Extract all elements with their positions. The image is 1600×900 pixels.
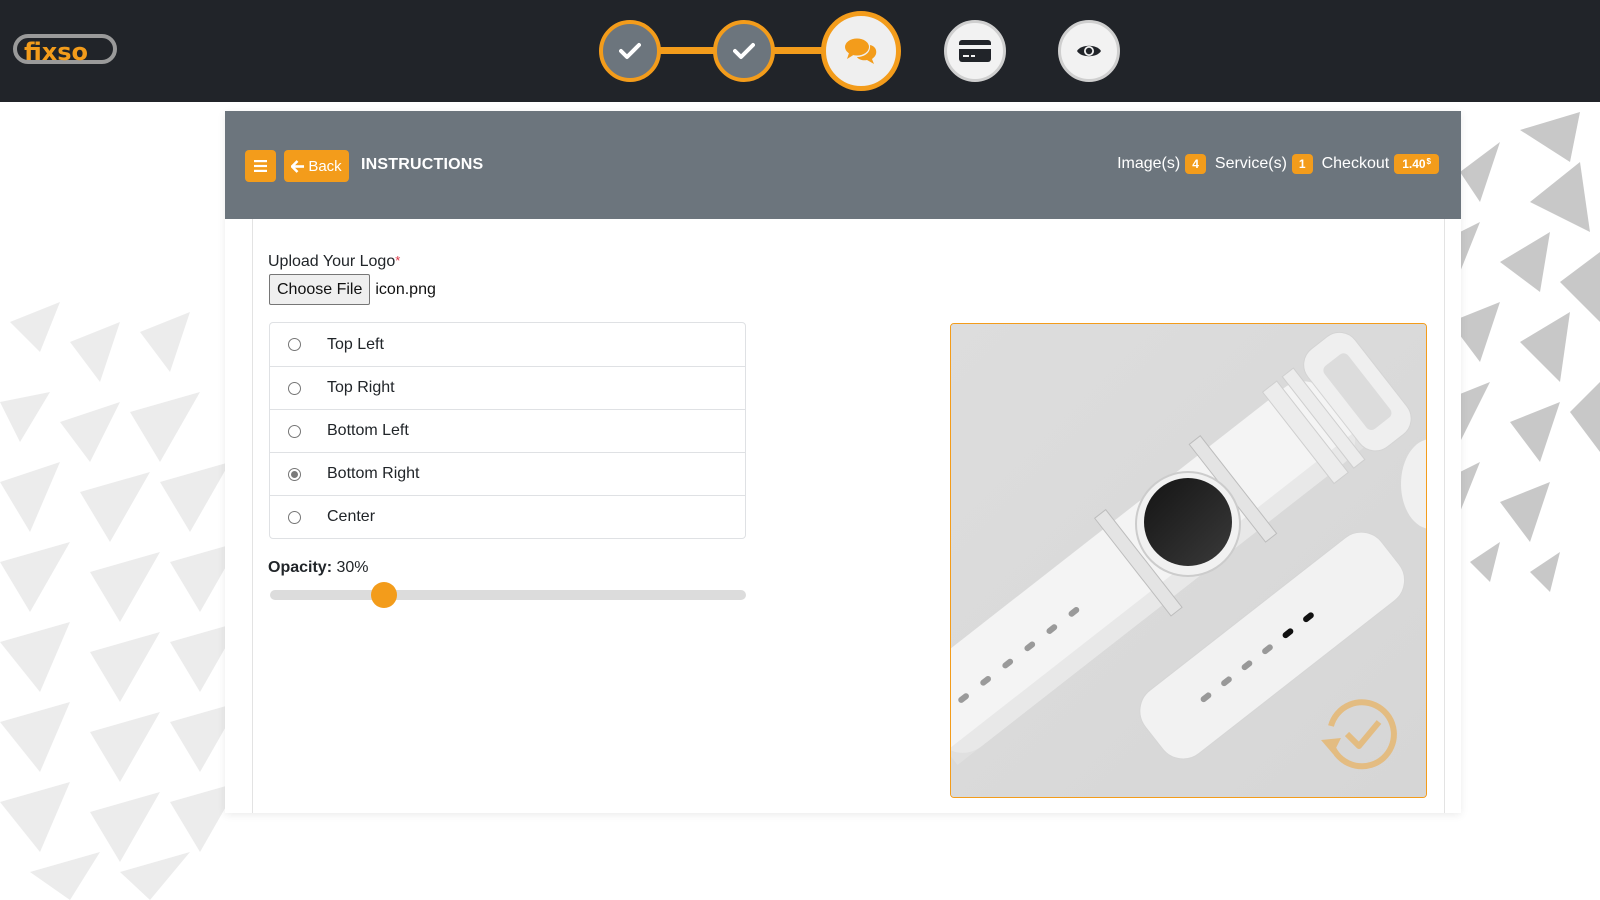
comments-icon — [845, 38, 877, 64]
watch-product-image — [951, 324, 1426, 797]
images-count-badge: 4 — [1185, 154, 1206, 174]
arrow-left-icon — [291, 159, 305, 173]
choose-file-button[interactable]: Choose File — [269, 274, 371, 305]
back-button[interactable]: Back — [284, 150, 349, 182]
opacity-slider[interactable] — [270, 582, 746, 608]
radio-center[interactable] — [288, 510, 301, 524]
opacity-label: Opacity: 30% — [268, 559, 369, 577]
radio-top-right[interactable] — [288, 381, 301, 395]
page-title: INSTRUCTIONS — [361, 156, 484, 173]
logo-position-options: Top Left Top Right Bottom Left Bottom Ri… — [269, 322, 746, 539]
opacity-title: Opacity: — [268, 559, 333, 576]
option-label: Bottom Left — [327, 422, 409, 439]
checkout-stepper — [599, 10, 1120, 92]
radio-bottom-right[interactable] — [288, 467, 301, 481]
images-label: Image(s) — [1117, 155, 1181, 172]
checkout-amount-badge[interactable]: 1.40$ — [1394, 154, 1439, 174]
check-icon — [619, 43, 641, 59]
services-count-badge: 1 — [1291, 154, 1313, 174]
stepper-connector — [654, 47, 714, 54]
services-label: Service(s) — [1214, 155, 1287, 172]
step-2-completed[interactable] — [713, 20, 775, 82]
fixso-logo[interactable]: fixso — [12, 30, 118, 70]
step-3-instructions-active[interactable] — [821, 11, 901, 91]
checkout-label[interactable]: Checkout — [1322, 155, 1390, 173]
background-pattern-left — [0, 302, 240, 900]
logo-text: fixso — [24, 38, 88, 66]
position-option-bottom-right[interactable]: Bottom Right — [270, 452, 745, 495]
card-header: Back INSTRUCTIONS Image(s) 4 Service(s) … — [225, 111, 1461, 219]
position-option-top-right[interactable]: Top Right — [270, 366, 745, 409]
credit-card-icon — [959, 40, 991, 62]
required-marker: * — [395, 253, 401, 268]
bars-icon — [254, 160, 267, 172]
position-option-top-left[interactable]: Top Left — [270, 323, 745, 366]
radio-top-left[interactable] — [288, 338, 301, 351]
position-option-bottom-left[interactable]: Bottom Left — [270, 409, 745, 452]
option-label: Top Right — [327, 379, 395, 396]
menu-button[interactable] — [245, 150, 276, 182]
logo-file-input: Choose File icon.png — [269, 274, 436, 305]
step-5-preview[interactable] — [1058, 20, 1120, 82]
selected-file-name: icon.png — [375, 280, 436, 298]
image-preview — [950, 323, 1427, 798]
eye-icon — [1077, 45, 1101, 57]
checkout-amount: 1.40 — [1402, 157, 1426, 171]
instructions-card: Back INSTRUCTIONS Image(s) 4 Service(s) … — [225, 111, 1461, 813]
position-option-center[interactable]: Center — [270, 495, 745, 538]
opacity-value: 30% — [336, 559, 369, 576]
radio-bottom-left[interactable] — [288, 424, 301, 438]
step-1-completed[interactable] — [599, 20, 661, 82]
option-label: Center — [327, 508, 376, 525]
upload-logo-text: Upload Your Logo — [268, 253, 396, 270]
check-icon — [733, 43, 755, 59]
top-navbar: fixso — [0, 0, 1600, 102]
option-label: Bottom Right — [327, 465, 420, 482]
back-label: Back — [308, 157, 342, 175]
upload-logo-label: Upload Your Logo* — [268, 253, 400, 271]
order-summary: Image(s) 4 Service(s) 1 Checkout 1.40$ — [1117, 154, 1439, 174]
option-label: Top Left — [327, 335, 384, 353]
currency-symbol: $ — [1426, 157, 1431, 166]
step-4-payment[interactable] — [944, 20, 1006, 82]
stepper-connector — [769, 47, 829, 54]
